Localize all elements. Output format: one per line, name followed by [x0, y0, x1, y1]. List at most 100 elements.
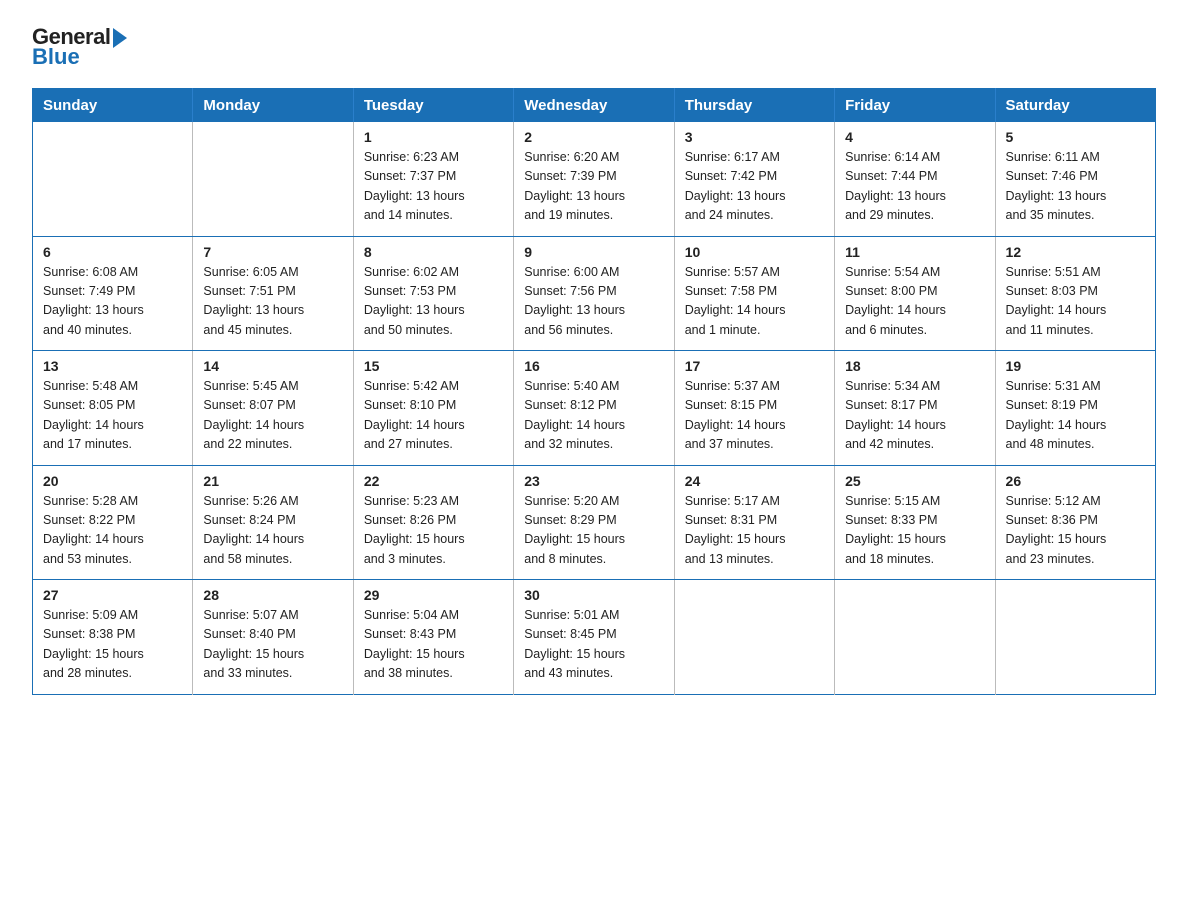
calendar-cell: 23 Sunrise: 5:20 AM Sunset: 8:29 PM Dayli… — [514, 465, 674, 580]
calendar-cell: 1 Sunrise: 6:23 AM Sunset: 7:37 PM Daylig… — [353, 122, 513, 236]
day-info: Sunrise: 6:14 AM Sunset: 7:44 PM Dayligh… — [845, 148, 984, 226]
day-number: 14 — [203, 358, 342, 374]
logo-blue-text: Blue — [32, 44, 80, 70]
day-number: 6 — [43, 244, 182, 260]
day-number: 22 — [364, 473, 503, 489]
day-info: Sunrise: 5:17 AM Sunset: 8:31 PM Dayligh… — [685, 492, 824, 570]
day-number: 30 — [524, 587, 663, 603]
day-number: 16 — [524, 358, 663, 374]
calendar-cell: 8 Sunrise: 6:02 AM Sunset: 7:53 PM Daylig… — [353, 236, 513, 351]
calendar-table: SundayMondayTuesdayWednesdayThursdayFrid… — [32, 88, 1156, 695]
calendar-cell: 26 Sunrise: 5:12 AM Sunset: 8:36 PM Dayli… — [995, 465, 1155, 580]
calendar-cell: 9Sunrise: 6:00 AM Sunset: 7:56 PM Daylig… — [514, 236, 674, 351]
day-number: 2 — [524, 129, 663, 145]
calendar-cell — [193, 122, 353, 236]
day-number: 12 — [1006, 244, 1145, 260]
calendar-cell: 19 Sunrise: 5:31 AM Sunset: 8:19 PM Dayli… — [995, 351, 1155, 466]
day-number: 4 — [845, 129, 984, 145]
calendar-cell: 20 Sunrise: 5:28 AM Sunset: 8:22 PM Dayli… — [33, 465, 193, 580]
calendar-cell: 30 Sunrise: 5:01 AM Sunset: 8:45 PM Dayli… — [514, 580, 674, 695]
calendar-cell: 14 Sunrise: 5:45 AM Sunset: 8:07 PM Dayli… — [193, 351, 353, 466]
calendar-cell: 17Sunrise: 5:37 AM Sunset: 8:15 PM Dayli… — [674, 351, 834, 466]
day-info: Sunrise: 5:12 AM Sunset: 8:36 PM Dayligh… — [1006, 492, 1145, 570]
day-number: 26 — [1006, 473, 1145, 489]
logo-arrow-icon — [113, 28, 127, 48]
day-number: 15 — [364, 358, 503, 374]
calendar-cell: 6 Sunrise: 6:08 AM Sunset: 7:49 PM Daylig… — [33, 236, 193, 351]
day-number: 18 — [845, 358, 984, 374]
day-info: Sunrise: 5:15 AM Sunset: 8:33 PM Dayligh… — [845, 492, 984, 570]
day-number: 7 — [203, 244, 342, 260]
header-friday: Friday — [835, 89, 995, 123]
day-info: Sunrise: 5:57 AM Sunset: 7:58 PM Dayligh… — [685, 263, 824, 341]
calendar-cell: 4 Sunrise: 6:14 AM Sunset: 7:44 PM Daylig… — [835, 122, 995, 236]
calendar-cell: 11Sunrise: 5:54 AM Sunset: 8:00 PM Dayli… — [835, 236, 995, 351]
header-sunday: Sunday — [33, 89, 193, 123]
day-number: 1 — [364, 129, 503, 145]
logo: General Blue — [32, 24, 127, 70]
day-number: 11 — [845, 244, 984, 260]
day-info: Sunrise: 6:20 AM Sunset: 7:39 PM Dayligh… — [524, 148, 663, 226]
week-row-5: 27 Sunrise: 5:09 AM Sunset: 8:38 PM Dayli… — [33, 580, 1156, 695]
day-number: 27 — [43, 587, 182, 603]
header-thursday: Thursday — [674, 89, 834, 123]
week-row-3: 13 Sunrise: 5:48 AM Sunset: 8:05 PM Dayli… — [33, 351, 1156, 466]
day-number: 19 — [1006, 358, 1145, 374]
day-number: 3 — [685, 129, 824, 145]
day-number: 24 — [685, 473, 824, 489]
day-info: Sunrise: 6:02 AM Sunset: 7:53 PM Dayligh… — [364, 263, 503, 341]
day-info: Sunrise: 6:23 AM Sunset: 7:37 PM Dayligh… — [364, 148, 503, 226]
header-saturday: Saturday — [995, 89, 1155, 123]
calendar-cell: 15 Sunrise: 5:42 AM Sunset: 8:10 PM Dayli… — [353, 351, 513, 466]
day-number: 28 — [203, 587, 342, 603]
day-number: 20 — [43, 473, 182, 489]
page-header: General Blue — [32, 24, 1156, 70]
day-info: Sunrise: 5:48 AM Sunset: 8:05 PM Dayligh… — [43, 377, 182, 455]
day-number: 23 — [524, 473, 663, 489]
day-info: Sunrise: 6:00 AM Sunset: 7:56 PM Dayligh… — [524, 263, 663, 341]
day-info: Sunrise: 5:20 AM Sunset: 8:29 PM Dayligh… — [524, 492, 663, 570]
day-number: 5 — [1006, 129, 1145, 145]
week-row-1: 1 Sunrise: 6:23 AM Sunset: 7:37 PM Daylig… — [33, 122, 1156, 236]
day-info: Sunrise: 5:09 AM Sunset: 8:38 PM Dayligh… — [43, 606, 182, 684]
day-info: Sunrise: 5:07 AM Sunset: 8:40 PM Dayligh… — [203, 606, 342, 684]
calendar-cell: 29Sunrise: 5:04 AM Sunset: 8:43 PM Dayli… — [353, 580, 513, 695]
calendar-header-row: SundayMondayTuesdayWednesdayThursdayFrid… — [33, 89, 1156, 123]
day-number: 13 — [43, 358, 182, 374]
calendar-cell: 10 Sunrise: 5:57 AM Sunset: 7:58 PM Dayli… — [674, 236, 834, 351]
day-number: 21 — [203, 473, 342, 489]
header-wednesday: Wednesday — [514, 89, 674, 123]
day-number: 10 — [685, 244, 824, 260]
day-info: Sunrise: 6:05 AM Sunset: 7:51 PM Dayligh… — [203, 263, 342, 341]
calendar-cell: 22Sunrise: 5:23 AM Sunset: 8:26 PM Dayli… — [353, 465, 513, 580]
day-info: Sunrise: 6:17 AM Sunset: 7:42 PM Dayligh… — [685, 148, 824, 226]
calendar-cell: 18 Sunrise: 5:34 AM Sunset: 8:17 PM Dayli… — [835, 351, 995, 466]
day-info: Sunrise: 5:28 AM Sunset: 8:22 PM Dayligh… — [43, 492, 182, 570]
calendar-cell — [674, 580, 834, 695]
calendar-cell: 5 Sunrise: 6:11 AM Sunset: 7:46 PM Daylig… — [995, 122, 1155, 236]
day-info: Sunrise: 5:51 AM Sunset: 8:03 PM Dayligh… — [1006, 263, 1145, 341]
day-info: Sunrise: 5:34 AM Sunset: 8:17 PM Dayligh… — [845, 377, 984, 455]
day-info: Sunrise: 6:08 AM Sunset: 7:49 PM Dayligh… — [43, 263, 182, 341]
day-number: 8 — [364, 244, 503, 260]
calendar-cell: 12 Sunrise: 5:51 AM Sunset: 8:03 PM Dayli… — [995, 236, 1155, 351]
week-row-2: 6 Sunrise: 6:08 AM Sunset: 7:49 PM Daylig… — [33, 236, 1156, 351]
calendar-cell: 13 Sunrise: 5:48 AM Sunset: 8:05 PM Dayli… — [33, 351, 193, 466]
calendar-cell — [33, 122, 193, 236]
calendar-cell: 16Sunrise: 5:40 AM Sunset: 8:12 PM Dayli… — [514, 351, 674, 466]
calendar-cell: 24 Sunrise: 5:17 AM Sunset: 8:31 PM Dayli… — [674, 465, 834, 580]
day-info: Sunrise: 5:04 AM Sunset: 8:43 PM Dayligh… — [364, 606, 503, 684]
day-info: Sunrise: 6:11 AM Sunset: 7:46 PM Dayligh… — [1006, 148, 1145, 226]
calendar-cell: 28 Sunrise: 5:07 AM Sunset: 8:40 PM Dayli… — [193, 580, 353, 695]
calendar-cell: 2 Sunrise: 6:20 AM Sunset: 7:39 PM Daylig… — [514, 122, 674, 236]
day-info: Sunrise: 5:42 AM Sunset: 8:10 PM Dayligh… — [364, 377, 503, 455]
week-row-4: 20 Sunrise: 5:28 AM Sunset: 8:22 PM Dayli… — [33, 465, 1156, 580]
day-number: 25 — [845, 473, 984, 489]
calendar-cell: 21Sunrise: 5:26 AM Sunset: 8:24 PM Dayli… — [193, 465, 353, 580]
day-info: Sunrise: 5:01 AM Sunset: 8:45 PM Dayligh… — [524, 606, 663, 684]
header-tuesday: Tuesday — [353, 89, 513, 123]
day-info: Sunrise: 5:45 AM Sunset: 8:07 PM Dayligh… — [203, 377, 342, 455]
calendar-cell: 7 Sunrise: 6:05 AM Sunset: 7:51 PM Daylig… — [193, 236, 353, 351]
day-info: Sunrise: 5:31 AM Sunset: 8:19 PM Dayligh… — [1006, 377, 1145, 455]
calendar-cell — [835, 580, 995, 695]
